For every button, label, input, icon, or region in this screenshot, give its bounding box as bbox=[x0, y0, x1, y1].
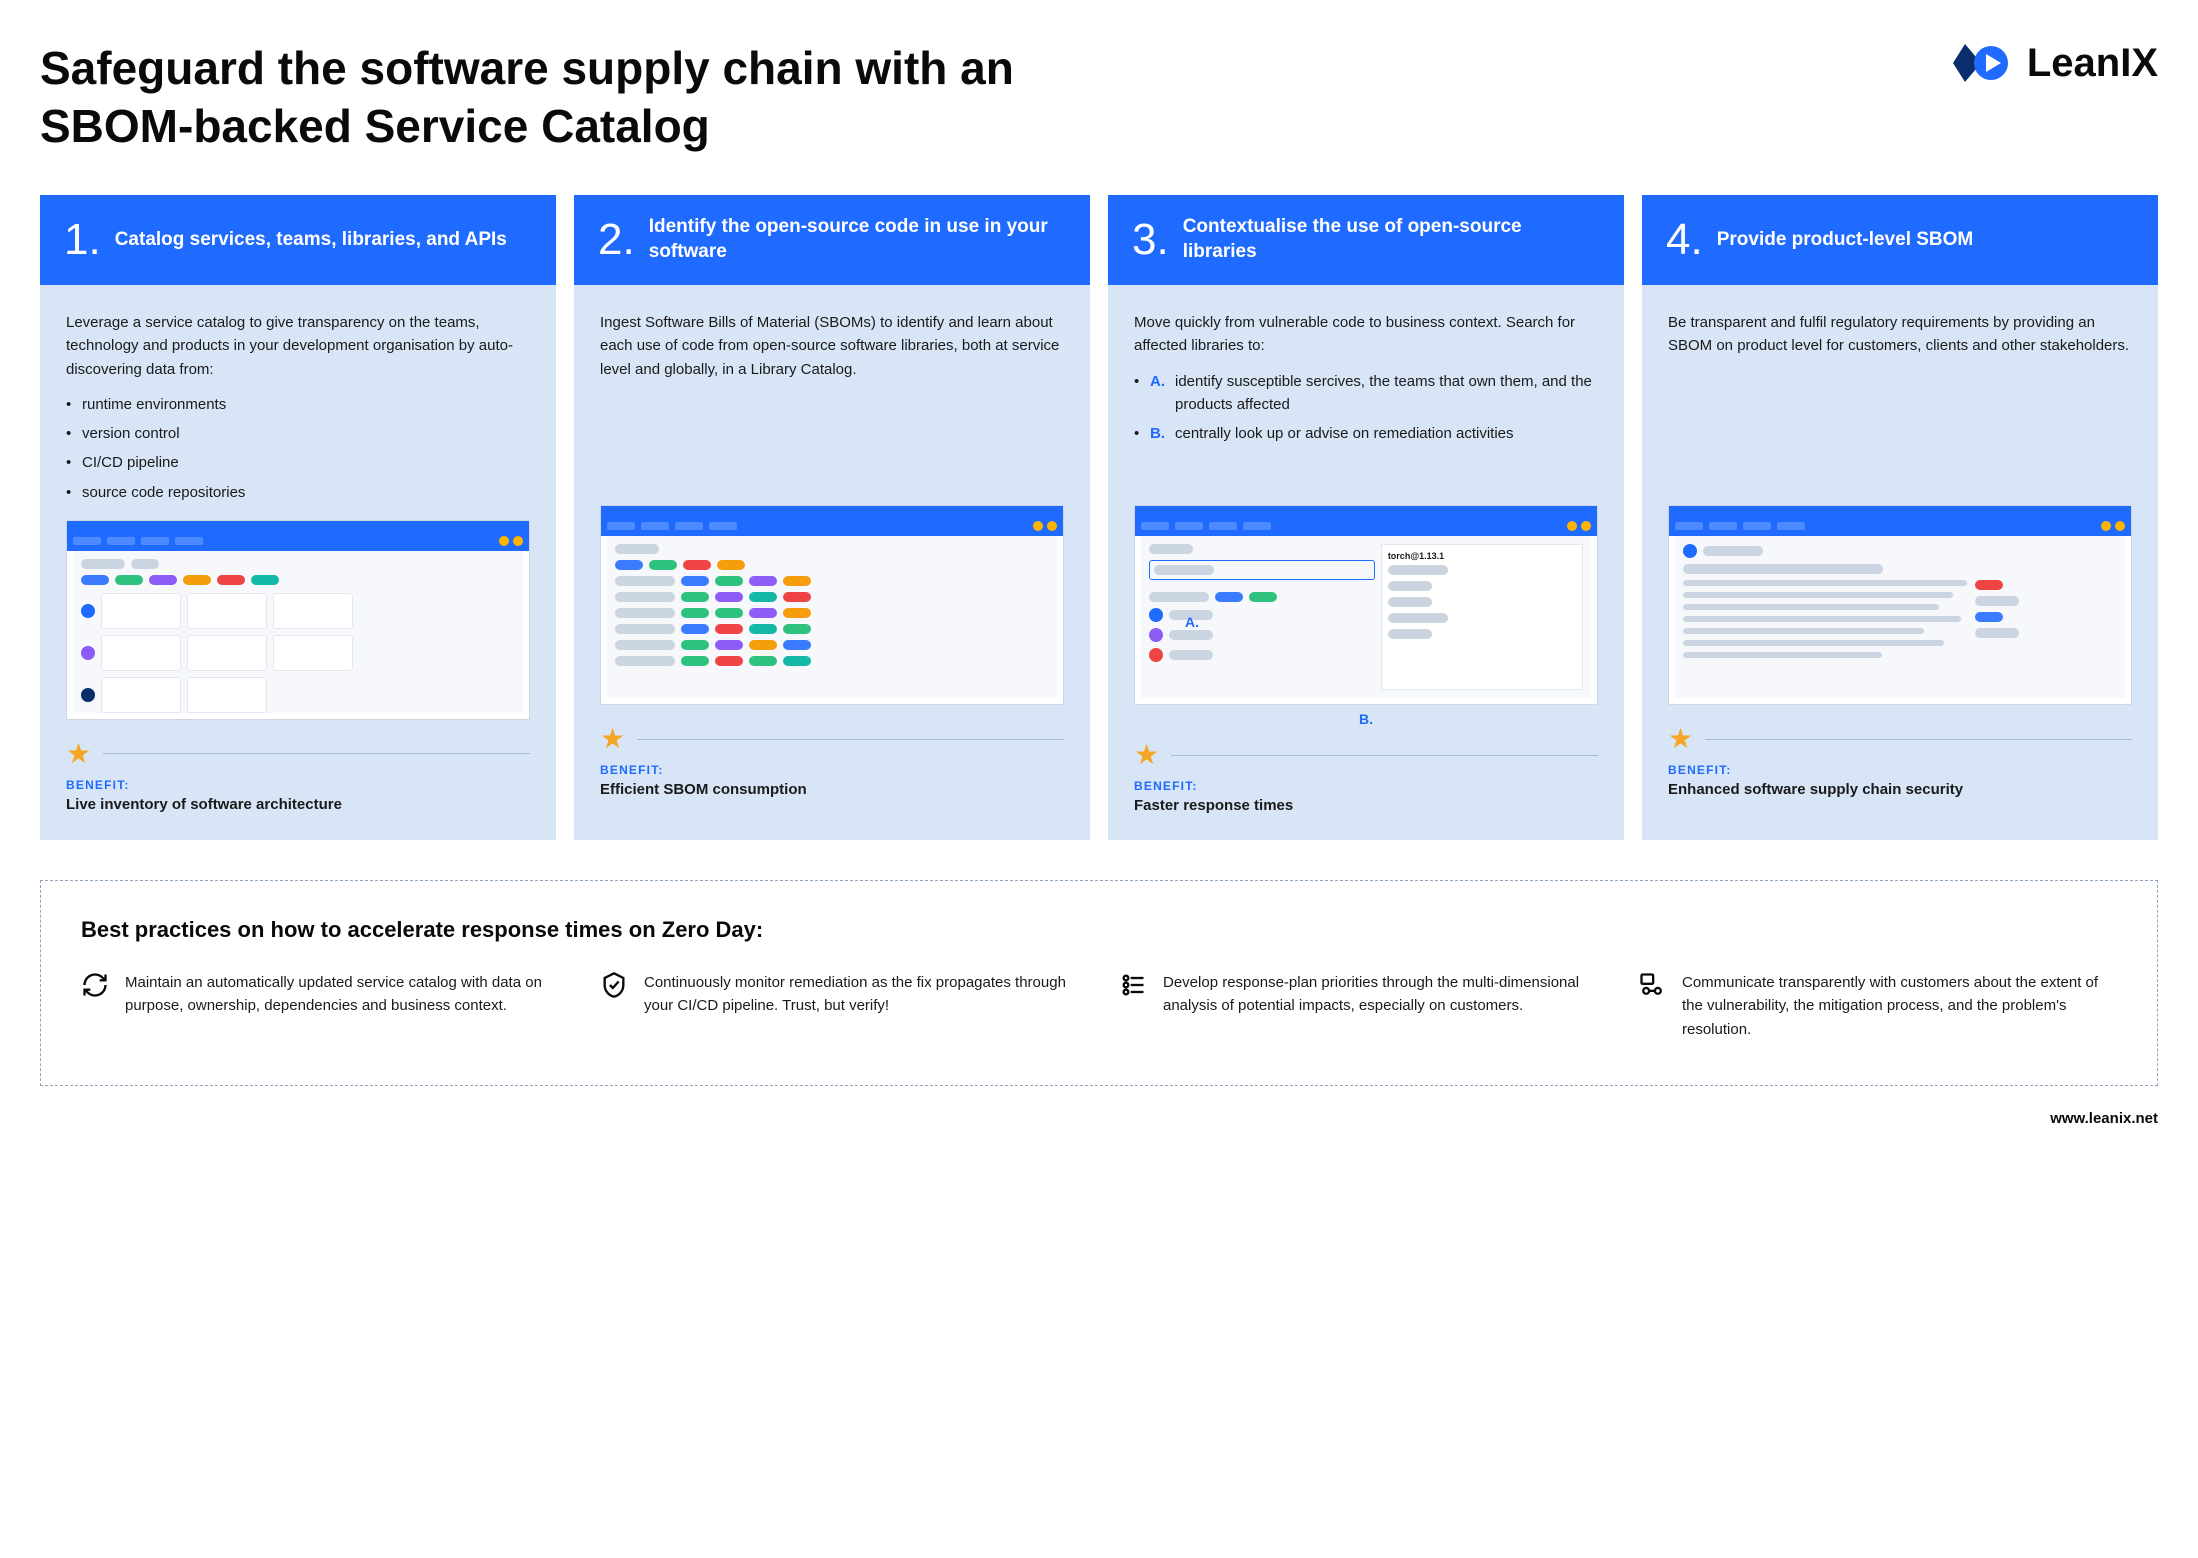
leanix-logo-icon bbox=[1951, 40, 2013, 86]
benefit-text: Faster response times bbox=[1134, 797, 1598, 814]
logo-text: LeanIX bbox=[2027, 41, 2158, 86]
annotation-b: B. bbox=[1359, 711, 1373, 727]
best-item-4: Communicate transparently with customers… bbox=[1638, 971, 2117, 1041]
card-3-screenshot-wrap: torch@1.13.1 A. B. bbox=[1134, 505, 1598, 705]
list-item: source code repositories bbox=[66, 481, 530, 504]
card-4-num: 4. bbox=[1666, 218, 1703, 262]
best-item-text: Maintain an automatically updated servic… bbox=[125, 971, 560, 1041]
card-4-head: 4. Provide product-level SBOM bbox=[1642, 195, 2158, 285]
logo: LeanIX bbox=[1951, 40, 2158, 86]
sliders-icon bbox=[1119, 971, 1147, 999]
card-2-benefit: ★ BENEFIT: Efficient SBOM consumption bbox=[600, 725, 1064, 798]
card-2-num: 2. bbox=[598, 218, 635, 262]
card-1-title: Catalog services, teams, libraries, and … bbox=[115, 228, 507, 253]
benefit-text: Enhanced software supply chain security bbox=[1668, 781, 2132, 798]
page-title: Safeguard the software supply chain with… bbox=[40, 40, 1140, 155]
communicate-icon bbox=[1638, 971, 1666, 999]
side-panel-title: torch@1.13.1 bbox=[1388, 551, 1576, 561]
card-3: 3. Contextualise the use of open-source … bbox=[1108, 195, 1624, 840]
star-icon: ★ bbox=[1134, 741, 1159, 769]
refresh-icon bbox=[81, 971, 109, 999]
star-icon: ★ bbox=[1668, 725, 1693, 753]
list-item: version control bbox=[66, 422, 530, 445]
card-1-screenshot bbox=[66, 520, 530, 720]
card-1-num: 1. bbox=[64, 218, 101, 262]
benefit-label: BENEFIT: bbox=[1134, 779, 1598, 793]
footer-url: www.leanix.net bbox=[40, 1110, 2158, 1127]
list-item: A.identify susceptible sercives, the tea… bbox=[1134, 370, 1598, 417]
header: Safeguard the software supply chain with… bbox=[40, 40, 2158, 155]
list-item: runtime environments bbox=[66, 393, 530, 416]
list-item: CI/CD pipeline bbox=[66, 451, 530, 474]
card-2-body: Ingest Software Bills of Material (SBOMs… bbox=[574, 285, 1090, 505]
star-icon: ★ bbox=[600, 725, 625, 753]
card-1-intro: Leverage a service catalog to give trans… bbox=[66, 311, 530, 381]
card-3-head: 3. Contextualise the use of open-source … bbox=[1108, 195, 1624, 285]
card-4-title: Provide product-level SBOM bbox=[1717, 228, 1974, 253]
best-item-text: Continuously monitor remediation as the … bbox=[644, 971, 1079, 1041]
card-1-body: Leverage a service catalog to give trans… bbox=[40, 285, 556, 520]
card-3-title: Contextualise the use of open-source lib… bbox=[1183, 215, 1600, 264]
card-2-head: 2. Identify the open-source code in use … bbox=[574, 195, 1090, 285]
list-item: B.centrally look up or advise on remedia… bbox=[1134, 422, 1598, 445]
best-title: Best practices on how to accelerate resp… bbox=[81, 917, 2117, 943]
best-item-text: Develop response-plan priorities through… bbox=[1163, 971, 1598, 1041]
cards-row: 1. Catalog services, teams, libraries, a… bbox=[40, 195, 2158, 840]
best-item-1: Maintain an automatically updated servic… bbox=[81, 971, 560, 1041]
card-4-intro: Be transparent and fulfil regulatory req… bbox=[1668, 311, 2132, 358]
card-2-title: Identify the open-source code in use in … bbox=[649, 215, 1066, 264]
card-2: 2. Identify the open-source code in use … bbox=[574, 195, 1090, 840]
best-item-3: Develop response-plan priorities through… bbox=[1119, 971, 1598, 1041]
card-3-body: Move quickly from vulnerable code to bus… bbox=[1108, 285, 1624, 505]
star-icon: ★ bbox=[66, 740, 91, 768]
card-2-screenshot bbox=[600, 505, 1064, 705]
best-item-text: Communicate transparently with customers… bbox=[1682, 971, 2117, 1041]
card-3-num: 3. bbox=[1132, 218, 1169, 262]
card-3-intro: Move quickly from vulnerable code to bus… bbox=[1134, 311, 1598, 358]
shield-check-icon bbox=[600, 971, 628, 999]
card-1-head: 1. Catalog services, teams, libraries, a… bbox=[40, 195, 556, 285]
card-4-body: Be transparent and fulfil regulatory req… bbox=[1642, 285, 2158, 505]
annotation-a: A. bbox=[1185, 614, 1199, 630]
card-2-intro: Ingest Software Bills of Material (SBOMs… bbox=[600, 311, 1064, 381]
card-1-benefit: ★ BENEFIT: Live inventory of software ar… bbox=[66, 740, 530, 813]
best-practices: Best practices on how to accelerate resp… bbox=[40, 880, 2158, 1086]
card-4-benefit: ★ BENEFIT: Enhanced software supply chai… bbox=[1668, 725, 2132, 798]
card-4: 4. Provide product-level SBOM Be transpa… bbox=[1642, 195, 2158, 840]
card-4-screenshot bbox=[1668, 505, 2132, 705]
benefit-text: Live inventory of software architecture bbox=[66, 796, 530, 813]
benefit-text: Efficient SBOM consumption bbox=[600, 781, 1064, 798]
best-item-2: Continuously monitor remediation as the … bbox=[600, 971, 1079, 1041]
benefit-label: BENEFIT: bbox=[66, 778, 530, 792]
benefit-label: BENEFIT: bbox=[1668, 763, 2132, 777]
card-1: 1. Catalog services, teams, libraries, a… bbox=[40, 195, 556, 840]
card-1-bullets: runtime environments version control CI/… bbox=[66, 393, 530, 504]
card-3-ordered: A.identify susceptible sercives, the tea… bbox=[1134, 370, 1598, 446]
card-3-benefit: ★ BENEFIT: Faster response times bbox=[1134, 741, 1598, 814]
benefit-label: BENEFIT: bbox=[600, 763, 1064, 777]
